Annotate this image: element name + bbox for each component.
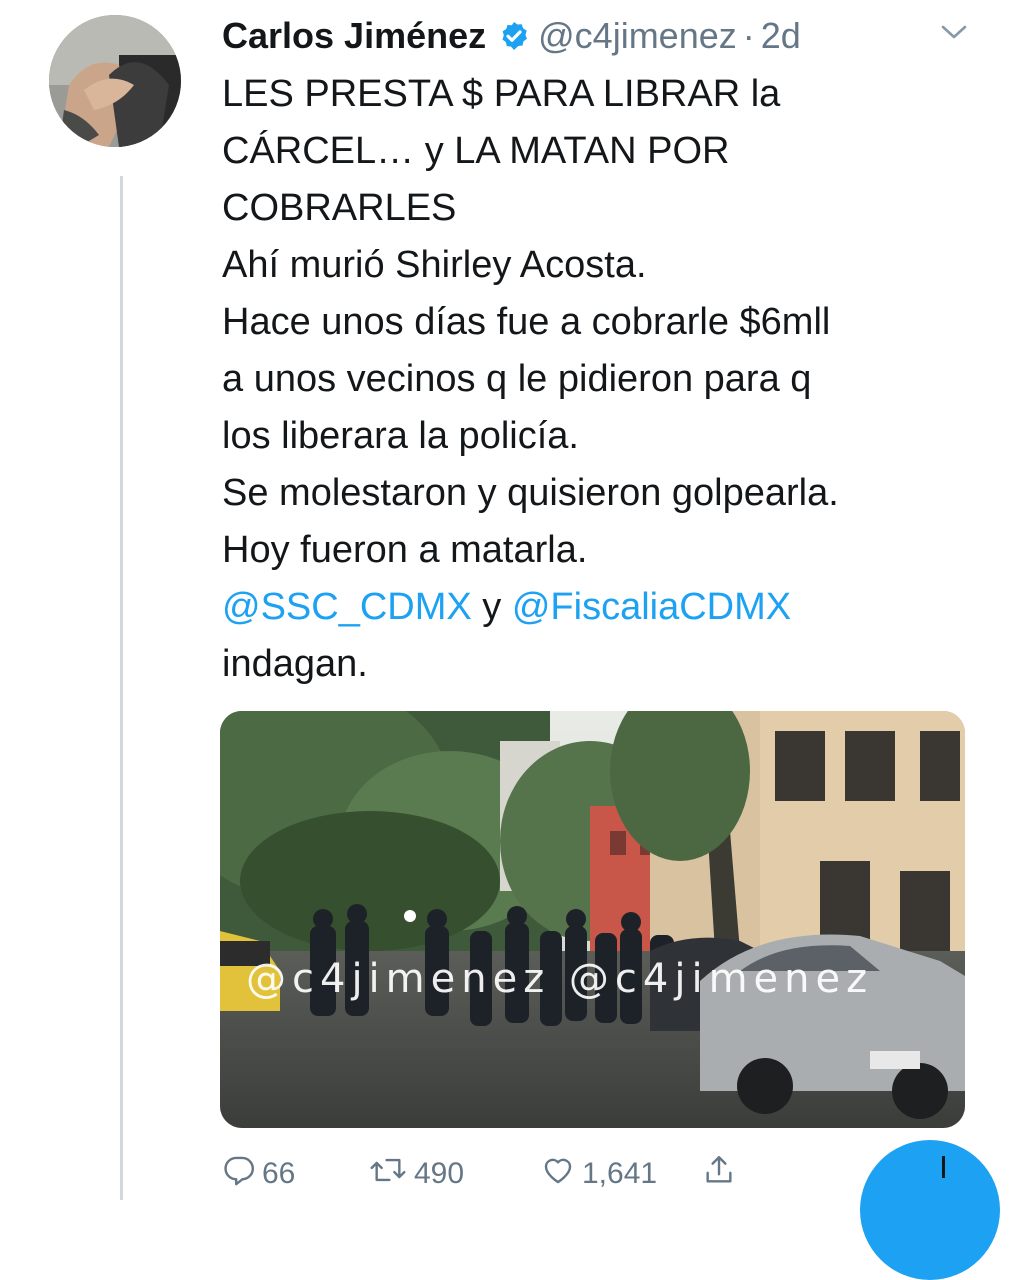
tweet-line: CÁRCEL… y LA MATAN POR bbox=[222, 130, 730, 172]
mention-ssc-cdmx[interactable]: @SSC_CDMX bbox=[222, 586, 472, 628]
media-watermark: @c4jimenez @c4jimenez bbox=[246, 956, 874, 1002]
tweet-line: Hoy fueron a matarla. bbox=[222, 529, 588, 571]
tweet-line: Hace unos días fue a cobrarle $6mll bbox=[222, 301, 831, 343]
reply-icon bbox=[222, 1153, 256, 1195]
tweet-text: LES PRESTA $ PARA LIBRAR la CÁRCEL… y LA… bbox=[222, 66, 982, 693]
tweet-line: Se molestaron y quisieron golpearla. bbox=[222, 472, 839, 514]
tweet-timestamp[interactable]: 2d bbox=[761, 15, 801, 57]
tweet-line: a unos vecinos q le pidieron para q bbox=[222, 358, 812, 400]
mention-fiscalia-cdmx[interactable]: @FiscaliaCDMX bbox=[512, 586, 791, 628]
retweet-button[interactable]: 490 bbox=[368, 1153, 464, 1195]
like-count: 1,641 bbox=[582, 1157, 658, 1190]
author-name[interactable]: Carlos Jiménez bbox=[222, 15, 486, 57]
tweet-media-photo[interactable]: @c4jimenez @c4jimenez bbox=[220, 711, 965, 1128]
header-separator: · bbox=[742, 15, 755, 56]
street-scene-photo bbox=[220, 711, 965, 1128]
retweet-icon bbox=[368, 1153, 408, 1195]
avatar[interactable] bbox=[49, 15, 181, 147]
heart-icon bbox=[540, 1153, 576, 1195]
mentions-line: @SSC_CDMX y @FiscaliaCDMX bbox=[222, 579, 982, 636]
reply-count: 66 bbox=[262, 1157, 296, 1190]
tweet-header: Carlos Jiménez @c4jimenez · 2d bbox=[222, 14, 801, 58]
author-handle[interactable]: @c4jimenez bbox=[538, 15, 737, 57]
retweet-count: 490 bbox=[414, 1157, 465, 1190]
mention-connector: y bbox=[471, 586, 512, 628]
reply-button[interactable]: 66 bbox=[222, 1153, 295, 1195]
tweet-line: Ahí murió Shirley Acosta. bbox=[222, 244, 647, 286]
chevron-down-icon[interactable] bbox=[940, 22, 968, 47]
share-button[interactable] bbox=[702, 1153, 736, 1195]
tweet-line: indagan. bbox=[222, 643, 368, 685]
compose-tweet-button[interactable] bbox=[860, 1140, 1000, 1280]
thread-line bbox=[120, 176, 123, 1200]
scroll-indicator bbox=[942, 1156, 945, 1178]
tweet-line: COBRARLES bbox=[222, 187, 457, 229]
like-button[interactable]: 1,641 bbox=[540, 1153, 657, 1195]
share-icon bbox=[702, 1153, 736, 1195]
tweet-line: los liberara la policía. bbox=[222, 415, 579, 457]
avatar-image bbox=[49, 15, 181, 147]
tweet-line: LES PRESTA $ PARA LIBRAR la bbox=[222, 73, 781, 115]
verified-badge-icon bbox=[498, 20, 530, 52]
